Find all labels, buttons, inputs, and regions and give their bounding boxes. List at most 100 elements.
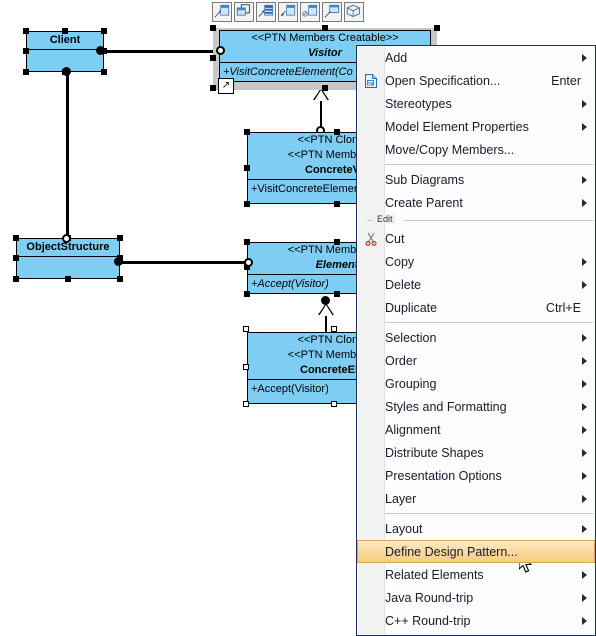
resize-handle[interactable] (13, 255, 19, 261)
menu-item-model-element-properties[interactable]: Model Element Properties (357, 115, 595, 138)
submenu-arrow-icon (582, 570, 587, 579)
menu-item-duplicate[interactable]: Duplicate Ctrl+E (357, 296, 595, 319)
res-dependency-icon[interactable] (300, 2, 320, 22)
resize-handle[interactable] (13, 276, 19, 282)
resize-handle[interactable] (244, 239, 250, 245)
association-client-visitor[interactable] (100, 50, 222, 53)
menu-item-selection[interactable]: Selection (357, 326, 595, 349)
menu-item-label: Model Element Properties (385, 119, 529, 134)
resize-handle[interactable] (62, 28, 68, 34)
menu-item-label: Java Round-trip (385, 590, 474, 605)
resize-handle[interactable] (23, 28, 29, 34)
resize-handle[interactable] (334, 201, 340, 207)
resize-handle[interactable] (210, 25, 216, 31)
menu-item-java-round-trip[interactable]: Java Round-trip (357, 586, 595, 609)
connector-endpoint[interactable] (114, 257, 123, 266)
menu-item-presentation-options[interactable]: Presentation Options (357, 464, 595, 487)
menu-item-shortcut: Enter (551, 73, 581, 88)
menu-item-sub-diagrams[interactable]: Sub Diagrams (357, 168, 595, 191)
resize-handle[interactable] (331, 326, 337, 332)
menu-item-shortcut: Ctrl+E (545, 300, 581, 315)
resize-handle[interactable] (334, 129, 340, 135)
menu-item-alignment[interactable]: Alignment (357, 418, 595, 441)
menu-item-move-copy-members[interactable]: Move/Copy Members... (357, 138, 595, 161)
resize-handle[interactable] (101, 28, 107, 34)
resource-catalog-toolbar[interactable] (212, 2, 364, 22)
resize-handle[interactable] (117, 276, 123, 282)
endpoint-handle[interactable] (321, 296, 330, 305)
resize-handle[interactable] (101, 69, 107, 75)
sub-diagram-badge-icon[interactable]: ↗ (218, 78, 234, 94)
shape-context-menu[interactable]: Add Open Specification... Enter Stereotypes… (356, 45, 596, 636)
connector-endpoint[interactable] (62, 234, 71, 243)
connector-endpoint[interactable] (216, 46, 225, 55)
menu-item-cut[interactable]: Cut (357, 227, 595, 250)
resize-handle[interactable] (244, 165, 250, 171)
menu-separator (357, 510, 595, 517)
resize-handle[interactable] (210, 55, 216, 61)
generalization-arrow-element-fill (319, 305, 333, 316)
class-shape-client[interactable]: Client (26, 31, 104, 72)
resize-handle[interactable] (243, 401, 249, 407)
resize-handle[interactable] (322, 85, 328, 91)
association-objectstructure-element[interactable] (118, 261, 248, 264)
menu-item-create-parent[interactable]: Create Parent (357, 191, 595, 214)
resize-handle[interactable] (331, 401, 337, 407)
menu-item-c-round-trip[interactable]: C++ Round-trip (357, 609, 595, 632)
menu-item-define-design-pattern[interactable]: Define Design Pattern... (357, 540, 595, 563)
submenu-arrow-icon (582, 616, 587, 625)
res-model-element-icon[interactable] (344, 2, 364, 22)
resize-handle[interactable] (244, 129, 250, 135)
menu-item-label: Presentation Options (385, 468, 502, 483)
open-specification-icon (361, 72, 381, 90)
menu-item-grouping[interactable]: Grouping (357, 372, 595, 395)
menu-item-order[interactable]: Order (357, 349, 595, 372)
resize-handle[interactable] (244, 291, 250, 297)
menu-item-related-elements[interactable]: Related Elements (357, 563, 595, 586)
menu-item-stereotypes[interactable]: Stereotypes (357, 92, 595, 115)
submenu-arrow-icon (582, 356, 587, 365)
submenu-arrow-icon (582, 280, 587, 289)
connector-endpoint[interactable] (62, 67, 71, 76)
res-generalization-icon[interactable] (212, 2, 232, 22)
menu-item-delete[interactable]: Delete (357, 273, 595, 296)
submenu-arrow-icon (582, 425, 587, 434)
connector-endpoint[interactable] (96, 46, 105, 55)
resize-handle[interactable] (322, 25, 328, 31)
menu-item-styles-and-formatting[interactable]: Styles and Formatting (357, 395, 595, 418)
resize-handle[interactable] (244, 201, 250, 207)
res-association-out-icon[interactable] (256, 2, 276, 22)
submenu-arrow-icon (582, 379, 587, 388)
menu-item-add[interactable]: Add (357, 46, 595, 69)
menu-item-label: Selection (385, 330, 437, 345)
menu-item-layout[interactable]: Layout (357, 517, 595, 540)
resize-handle[interactable] (243, 326, 249, 332)
resize-handle[interactable] (334, 239, 340, 245)
menu-item-label: Grouping (385, 376, 437, 391)
resize-handle[interactable] (434, 25, 440, 31)
class-shape-objectstructure[interactable]: ObjectStructure (16, 238, 120, 279)
menu-item-label: C++ Round-trip (385, 613, 471, 628)
menu-item-distribute-shapes[interactable]: Distribute Shapes (357, 441, 595, 464)
resize-handle[interactable] (243, 364, 249, 370)
resize-handle[interactable] (65, 276, 71, 282)
generalization-arrow-visitor-fill (314, 90, 328, 101)
resize-handle[interactable] (334, 291, 340, 297)
res-sub-diagram-icon[interactable] (322, 2, 342, 22)
res-duplicate-icon[interactable] (234, 2, 254, 22)
menu-item-layer[interactable]: Layer (357, 487, 595, 510)
menu-item-open-specification[interactable]: Open Specification... Enter (357, 69, 595, 92)
class-name-client: Client (49, 34, 81, 46)
resize-handle[interactable] (13, 235, 19, 241)
resize-handle[interactable] (23, 48, 29, 54)
submenu-arrow-icon (582, 175, 587, 184)
menu-item-copy[interactable]: Copy (357, 250, 595, 273)
resize-handle[interactable] (117, 235, 123, 241)
res-association-in-icon[interactable] (278, 2, 298, 22)
menu-item-label: Alignment (385, 422, 441, 437)
resize-handle[interactable] (210, 85, 216, 91)
resize-handle[interactable] (23, 69, 29, 75)
connector-endpoint[interactable] (244, 258, 253, 267)
menu-item-label: Duplicate (385, 300, 438, 315)
association-client-objectstructure[interactable] (66, 72, 69, 242)
